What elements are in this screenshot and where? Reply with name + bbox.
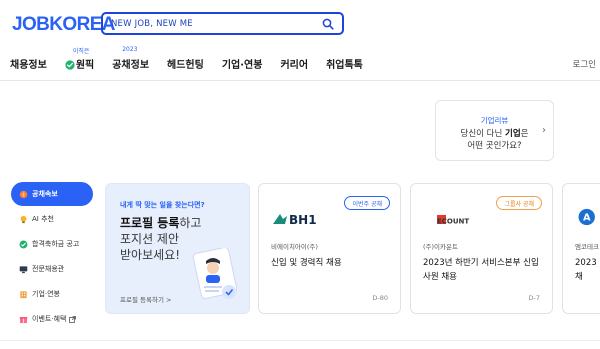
company-logo-amkor: A xyxy=(578,208,595,226)
job-title: 2023년 하반기 서비스본부 신입 사원 채용 xyxy=(423,258,539,282)
review-question-line2: 어떤 곳인가요? xyxy=(467,141,522,151)
sidebar-item-company-salary[interactable]: 기업·연봉 xyxy=(11,282,93,306)
sidebar-item-label: 이벤트·혜택 xyxy=(32,315,67,323)
job-dday: D-80 xyxy=(372,294,388,302)
job-card[interactable]: A 엠코테크 2023 채 xyxy=(562,183,600,314)
nav-label: 채용정보 xyxy=(10,60,47,71)
nav-label: 헤드헌팅 xyxy=(167,60,204,71)
job-company: (주)이카운트 xyxy=(423,243,458,251)
svg-text:ECOUNT: ECOUNT xyxy=(437,218,469,226)
nav-item-headhunting[interactable]: 헤드헌팅 xyxy=(167,56,204,72)
sidebar-item-label: 공채속보 xyxy=(32,190,58,198)
nav-label: 취업톡톡 xyxy=(326,60,363,71)
sidebar-item-public-recruit-news[interactable]: 공채속보 xyxy=(11,182,93,206)
nav-label: 커리어 xyxy=(280,60,309,71)
building-icon xyxy=(20,290,27,298)
section-divider xyxy=(0,340,600,341)
jobkorea-logo[interactable]: JOBKOREA xyxy=(12,14,115,36)
company-review-card[interactable]: 기업리뷰 당신이 다닌 기업은 어떤 곳인가요? › xyxy=(435,100,554,161)
login-link[interactable]: 로그인 xyxy=(573,58,596,70)
job-title: 2023 채 xyxy=(575,258,597,282)
job-company: 비에이치아이(주) xyxy=(271,243,318,251)
job-dday: D-7 xyxy=(528,294,541,302)
svg-text:A: A xyxy=(583,213,591,224)
company-logo-ecount: ECOUNT xyxy=(437,215,469,226)
company-logo-bh1: BH1 xyxy=(273,213,317,227)
sidebar-item-event[interactable]: 이벤트·혜택 xyxy=(11,307,93,331)
header-divider xyxy=(0,80,600,81)
fire-icon xyxy=(19,190,28,198)
nav-sup-label: 이직은 xyxy=(72,48,90,55)
promo-subtitle: 내게 딱 맞는 일을 찾는다면? xyxy=(120,201,205,209)
profile-register-link[interactable]: 프로필 등록하기 > xyxy=(120,294,171,304)
review-tag: 기업리뷰 xyxy=(480,116,509,125)
sidebar-item-label: AI 추천 xyxy=(32,215,54,223)
nav-item-talk[interactable]: 취업톡톡 xyxy=(326,56,363,72)
job-badge: 이번주 공채 xyxy=(344,196,390,210)
nav-item-public-recruit[interactable]: 2023 공채정보 xyxy=(112,46,150,72)
nav-item-jobs[interactable]: 채용정보 xyxy=(10,56,47,72)
sidebar-item-ai-recommend[interactable]: AI 추천 xyxy=(11,207,93,231)
job-card[interactable]: 이번주 공채 BH1 비에이치아이(주) 신입 및 경력직 채용 D-80 xyxy=(258,183,401,314)
search-input[interactable]: NEW JOB, NEW ME xyxy=(111,19,322,29)
review-question-line1: 당신이 다닌 기업은 xyxy=(460,129,529,139)
gift-icon xyxy=(19,316,28,323)
external-link-icon xyxy=(69,315,77,323)
sidebar-item-label: 기업·연봉 xyxy=(32,290,60,298)
nav-sup-label: 2023 xyxy=(122,46,138,53)
sidebar-item-label: 합격축하금 공고 xyxy=(32,240,80,248)
check-badge-icon xyxy=(19,240,28,248)
chevron-right-icon[interactable]: › xyxy=(542,125,546,136)
nav-item-company-salary[interactable]: 기업·연봉 xyxy=(222,56,263,72)
svg-text:BH1: BH1 xyxy=(289,213,317,227)
nav-label: 기업·연봉 xyxy=(221,60,263,71)
sidebar-item-congrats-bonus[interactable]: 합격축하금 공고 xyxy=(11,232,93,256)
job-card[interactable]: 그룹사 공채 ECOUNT (주)이카운트 2023년 하반기 서비스본부 신입… xyxy=(410,183,553,314)
nav-item-onepick[interactable]: 이직은 원픽 xyxy=(65,48,95,72)
profile-promo-card[interactable]: 내게 딱 맞는 일을 찾는다면? 프로필 등록하고 포지션 제안 받아보세요! … xyxy=(105,183,250,314)
nav-item-career[interactable]: 커리어 xyxy=(280,56,308,72)
main-nav: 채용정보 이직은 원픽 2023 공채정보 헤드헌팅 기업·연봉 커리어 취업톡… xyxy=(10,46,381,72)
check-circle-icon xyxy=(65,60,75,70)
nav-label: 공채정보 xyxy=(112,60,150,71)
bulb-icon xyxy=(20,215,27,223)
job-title: 신입 및 경력직 채용 xyxy=(271,258,342,268)
job-company: 엠코테크 xyxy=(575,243,599,251)
search-icon[interactable] xyxy=(322,18,334,30)
monitor-icon xyxy=(19,265,28,273)
promo-title: 프로필 등록하고 포지션 제안 받아보세요! xyxy=(120,216,202,262)
sidebar-item-specialist[interactable]: 전문채용관 xyxy=(11,257,93,281)
sidebar-item-label: 전문채용관 xyxy=(32,265,65,273)
profile-card-illustration xyxy=(192,248,238,299)
nav-label: 원픽 xyxy=(75,60,95,71)
page: JOBKOREA NEW JOB, NEW ME 채용정보 이직은 원픽 202… xyxy=(0,0,600,349)
search-bar[interactable]: NEW JOB, NEW ME xyxy=(101,12,344,35)
job-badge: 그룹사 공채 xyxy=(496,196,542,210)
sidebar: 공채속보 AI 추천 합격축하금 공고 전문채용관 기업·연봉 이벤트·혜택 xyxy=(11,182,93,332)
